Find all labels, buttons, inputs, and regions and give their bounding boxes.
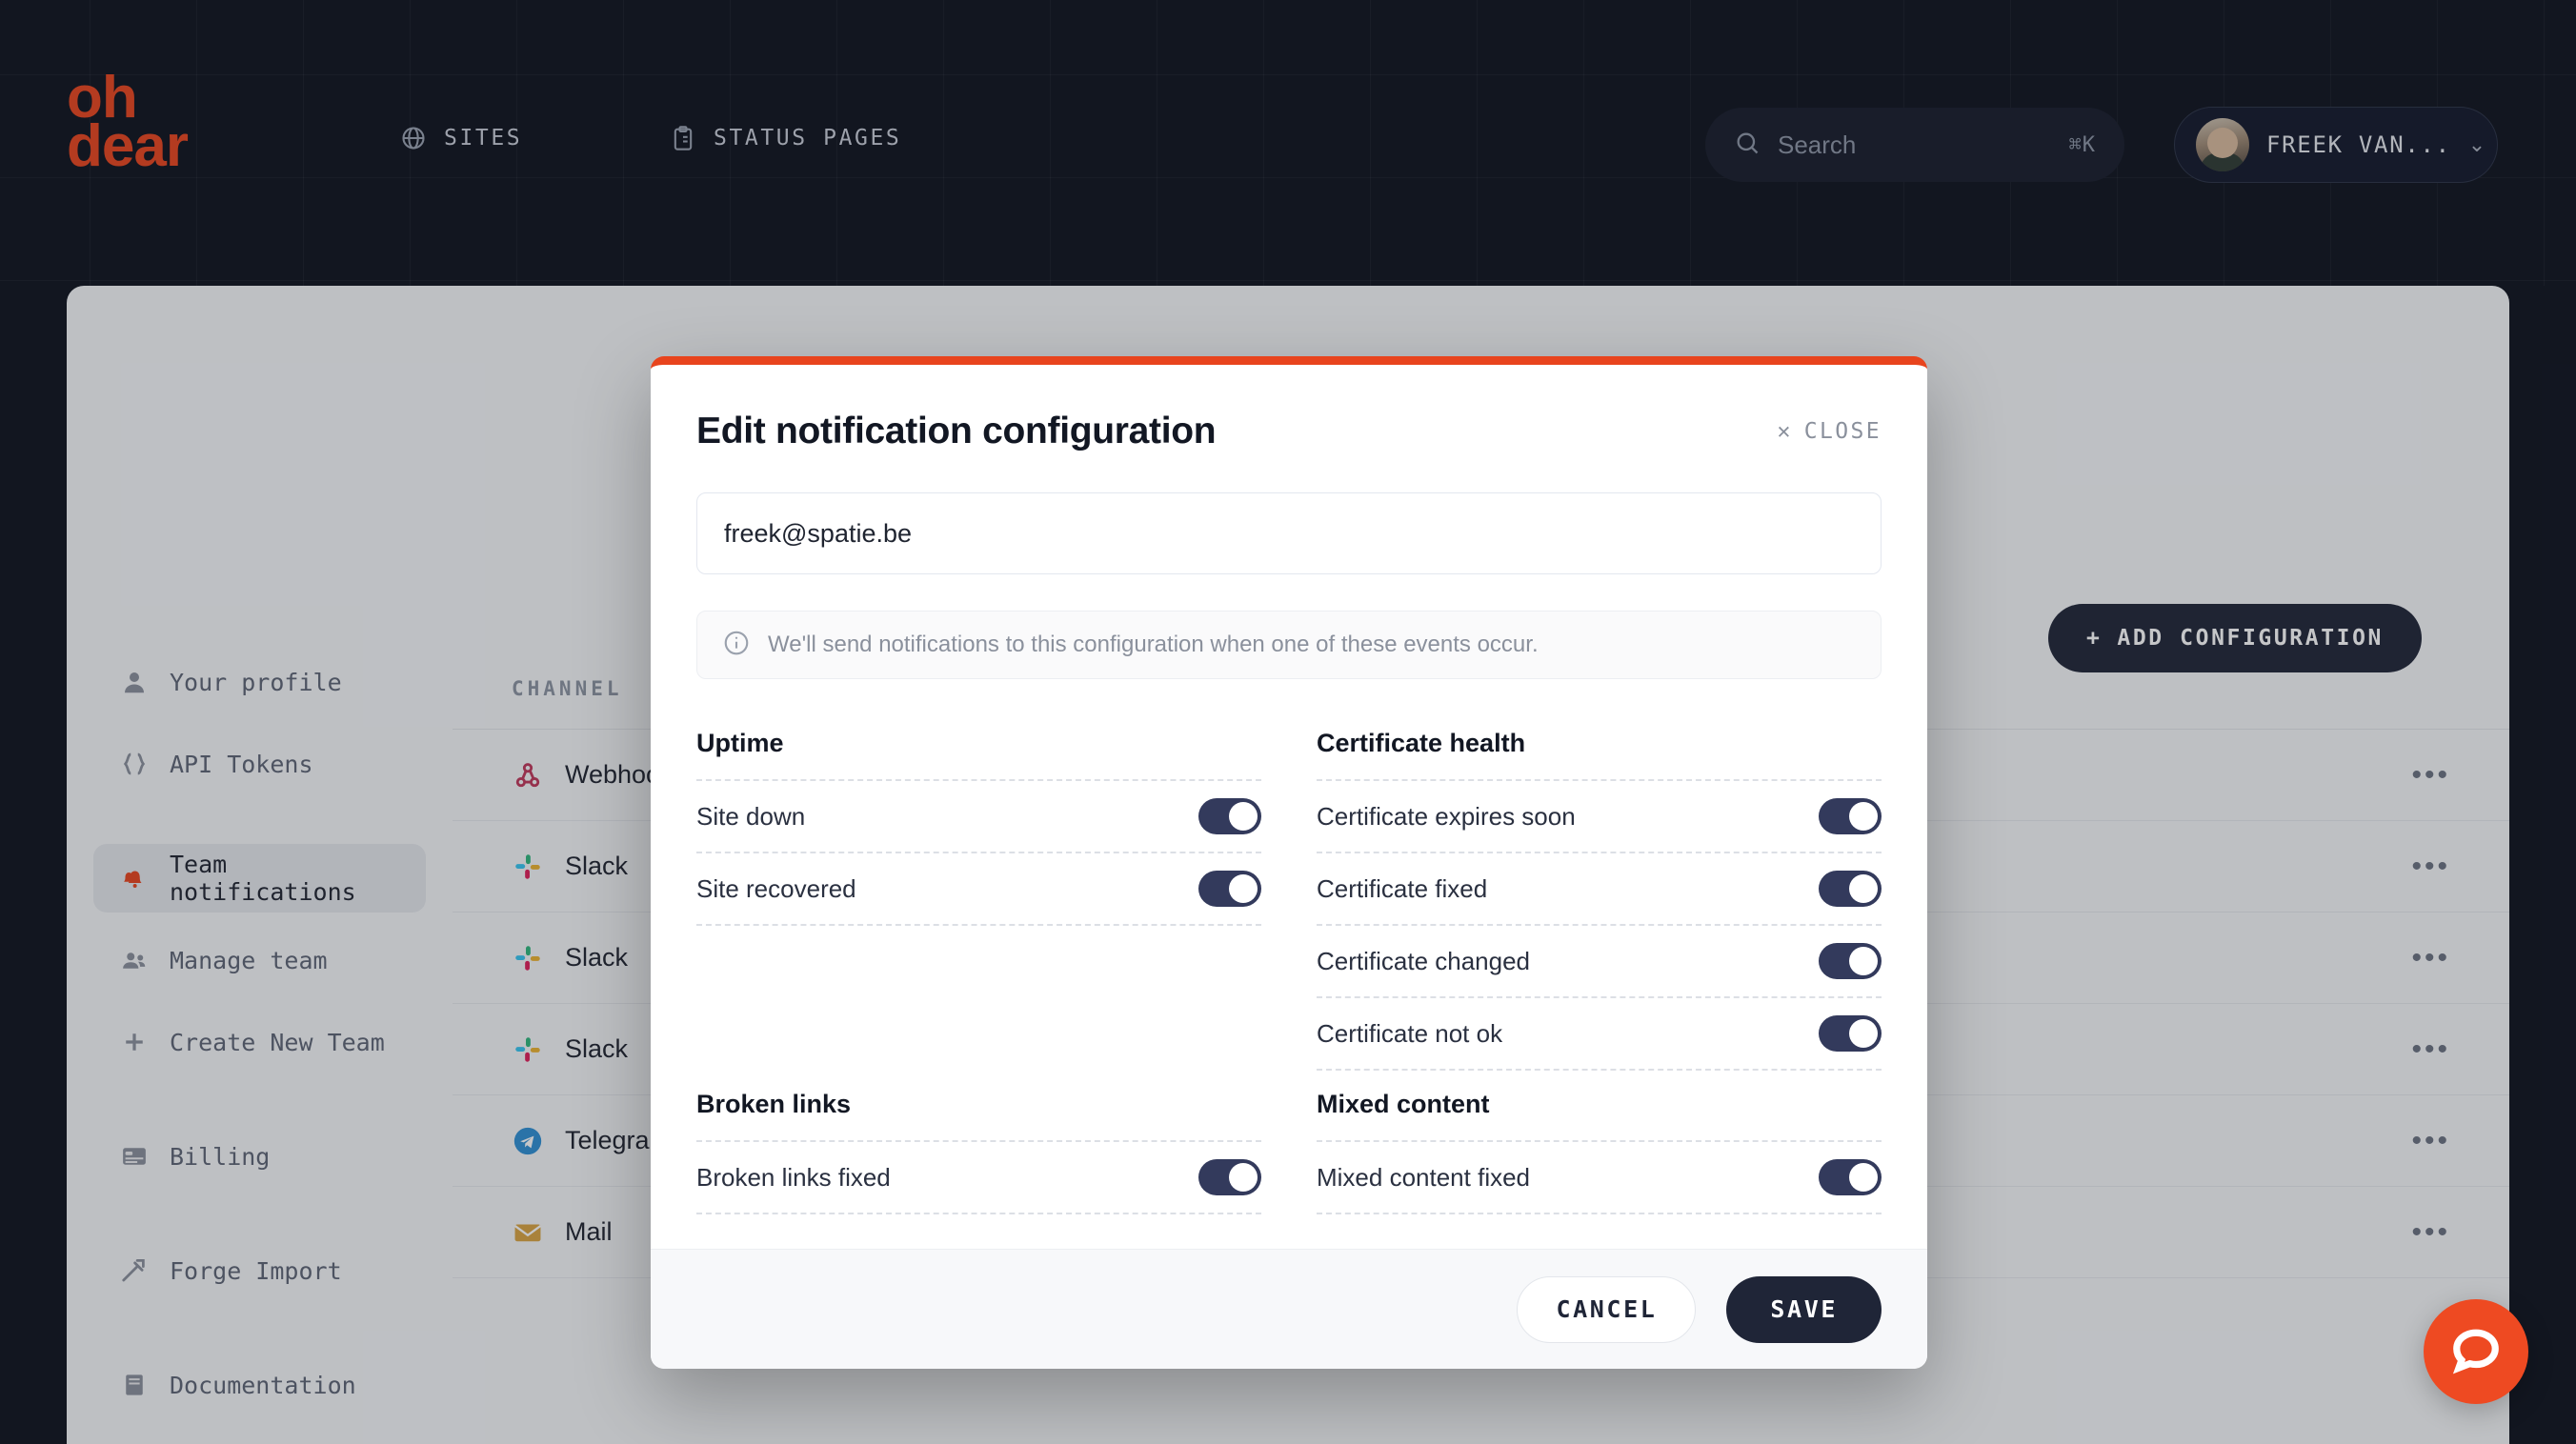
modal-footer: CANCEL SAVE xyxy=(651,1249,1927,1369)
toggle-row-broken-links-fixed[interactable]: Broken links fixed xyxy=(696,1142,1261,1214)
close-icon: ✕ xyxy=(1777,419,1793,444)
toggle-row-certificate-not-ok[interactable]: Certificate not ok xyxy=(1317,998,1882,1071)
section-title-mixed-content: Mixed content xyxy=(1317,1090,1490,1118)
toggle-switch-certificate-fixed[interactable] xyxy=(1819,871,1882,907)
info-text: We'll send notifications to this configu… xyxy=(768,632,1539,657)
right-column: Certificate health Certificate expires s… xyxy=(1317,729,1882,1214)
toggle-row-certificate-changed[interactable]: Certificate changed xyxy=(1317,926,1882,998)
toggle-row-certificate-expires-soon[interactable]: Certificate expires soon xyxy=(1317,781,1882,853)
toggle-label: Mixed content fixed xyxy=(1317,1162,1531,1192)
chat-bubble-icon xyxy=(2450,1324,2502,1380)
modal-title: Edit notification configuration xyxy=(696,411,1217,451)
toggle-label: Certificate expires soon xyxy=(1317,801,1576,831)
close-label: CLOSE xyxy=(1803,419,1882,444)
toggle-row-site-down[interactable]: Site down xyxy=(696,781,1261,853)
toggle-label: Certificate changed xyxy=(1317,946,1531,975)
toggle-row-mixed-content-fixed[interactable]: Mixed content fixed xyxy=(1317,1142,1882,1214)
toggle-switch-certificate-changed[interactable] xyxy=(1819,943,1882,979)
toggle-label: Certificate not ok xyxy=(1317,1018,1503,1048)
info-banner: We'll send notifications to this configu… xyxy=(696,611,1882,679)
configuration-value-input[interactable] xyxy=(696,492,1882,574)
toggle-label: Broken links fixed xyxy=(696,1162,891,1192)
toggle-switch-site-recovered[interactable] xyxy=(1198,871,1261,907)
info-icon xyxy=(722,629,751,662)
chat-widget-button[interactable] xyxy=(2424,1299,2528,1404)
toggle-switch-site-down[interactable] xyxy=(1198,798,1261,834)
toggle-switch-mixed-content-fixed[interactable] xyxy=(1819,1159,1882,1195)
section-title-certificate-health: Certificate health xyxy=(1317,729,1526,757)
cancel-button[interactable]: CANCEL xyxy=(1517,1275,1697,1343)
section-title-uptime: Uptime xyxy=(696,729,784,757)
toggle-label: Certificate fixed xyxy=(1317,873,1488,903)
toggle-switch-broken-links-fixed[interactable] xyxy=(1198,1159,1261,1195)
section-title-broken-links: Broken links xyxy=(696,1090,852,1118)
event-sections: Uptime Site down Site recovered Broken l… xyxy=(696,729,1882,1214)
toggle-label: Site recovered xyxy=(696,873,856,903)
toggle-switch-certificate-expires-soon[interactable] xyxy=(1819,798,1882,834)
left-column: Uptime Site down Site recovered Broken l… xyxy=(696,729,1261,1214)
toggle-label: Site down xyxy=(696,801,806,831)
edit-notification-configuration-modal: Edit notification configuration ✕ CLOSE … xyxy=(651,356,1927,1369)
close-button[interactable]: ✕ CLOSE xyxy=(1778,419,1882,444)
toggle-row-site-recovered[interactable]: Site recovered xyxy=(696,853,1261,926)
toggle-switch-certificate-not-ok[interactable] xyxy=(1819,1015,1882,1052)
save-button[interactable]: SAVE xyxy=(1726,1275,1882,1343)
toggle-row-certificate-fixed[interactable]: Certificate fixed xyxy=(1317,853,1882,926)
